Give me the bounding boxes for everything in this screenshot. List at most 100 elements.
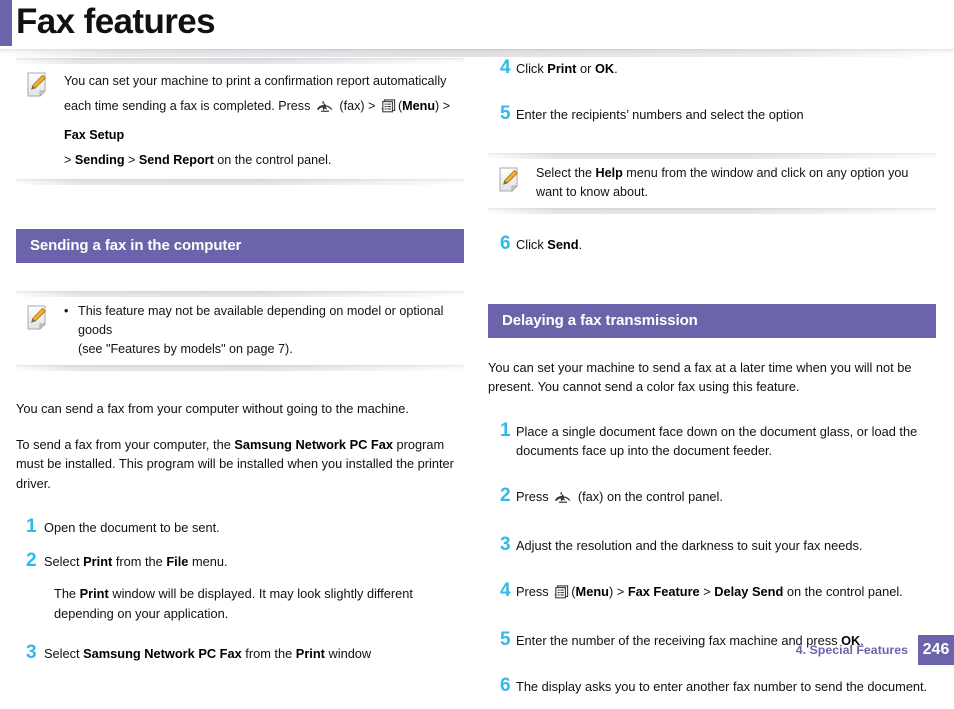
- note-sep2: >: [124, 153, 139, 167]
- step-item: 4 Click Print or OK.: [488, 58, 938, 79]
- step-bold-print: Print: [547, 61, 577, 76]
- step-number: 5: [500, 102, 511, 124]
- section-heading-delaying-fax: Delaying a fax transmission: [488, 303, 936, 338]
- step-item: 2 Press (fax) on the control panel.: [488, 486, 938, 511]
- header-divider: [0, 49, 954, 57]
- step-number: 4: [500, 579, 511, 601]
- step-pre: Press: [516, 488, 553, 504]
- step-mid: from the: [112, 553, 167, 569]
- note-sep1: >: [64, 153, 75, 167]
- step-number: 4: [500, 57, 511, 78]
- note-bullet-line2: (see "Features by models" on page 7).: [78, 342, 293, 356]
- note-bold-fax-setup: Fax Setup: [64, 128, 125, 142]
- step-number: 5: [500, 629, 511, 650]
- step-pre: Click: [516, 61, 548, 76]
- step-bold-print: Print: [83, 553, 113, 569]
- step-number: 2: [26, 549, 37, 571]
- step-text: Press * (Menu) > Fax Feature > Delay Sen…: [516, 581, 938, 606]
- step-item: 1 Place a single document face down on t…: [488, 421, 938, 461]
- footer-chapter-label: 4. Special Features: [795, 643, 908, 657]
- step-item: 3 Adjust the resolution and the darkness…: [488, 535, 938, 556]
- step-text: Click Print or OK.: [516, 58, 938, 79]
- step-item: 5 Enter the recipients’ numbers and sele…: [488, 104, 938, 125]
- section-heading-sending-fax-computer: Sending a fax in the computer: [16, 229, 464, 263]
- step-pre: Select: [44, 553, 84, 569]
- step-post: .: [578, 237, 583, 252]
- menu-list-icon: *: [381, 98, 396, 123]
- step-post: window: [324, 646, 372, 661]
- step-mid: or: [576, 61, 595, 76]
- step-bold-delay-send: Delay Send: [714, 583, 784, 599]
- note-pencil-icon: [26, 72, 52, 103]
- step-bold-samsung-fax: Samsung Network PC Fax: [83, 646, 242, 661]
- step-number: 1: [500, 419, 511, 441]
- step-post: .: [614, 61, 618, 76]
- note-bullet-line1: This feature may not be available depend…: [78, 304, 444, 337]
- note-bold-send-report: Send Report: [138, 153, 214, 167]
- step-number: 3: [500, 534, 511, 555]
- note-menu-close: ) >: [435, 99, 451, 113]
- step-text: Place a single document face down on the…: [516, 423, 918, 459]
- paragraph-delay-intro: You can set your machine to send a fax a…: [488, 359, 912, 395]
- step-number: 6: [500, 674, 511, 696]
- step-number: 6: [500, 233, 511, 254]
- menu-list-icon: *: [554, 584, 569, 606]
- page-header: Fax features: [0, 0, 954, 57]
- note-feature-text: • This feature may not be available depe…: [64, 302, 462, 359]
- step-text: Click Send.: [516, 234, 938, 255]
- step-post: menu.: [188, 553, 228, 569]
- page-footer: 4. Special Features 246: [796, 635, 954, 665]
- footer-page-number: 246: [918, 635, 954, 665]
- step-mid: from the: [241, 646, 296, 661]
- step-item: 3 Select Samsung Network PC Fax from the…: [16, 643, 466, 664]
- step-subtext: The Print window will be displayed. It m…: [54, 584, 454, 623]
- note-feature-availability: • This feature may not be available depe…: [16, 291, 466, 371]
- step-paren-close: ) >: [608, 583, 628, 599]
- step-bold-print: Print: [295, 646, 325, 661]
- page-title: Fax features: [16, 2, 216, 41]
- note-pencil-icon: [498, 167, 524, 198]
- note-help-menu: Select the Help menu from the window and…: [488, 153, 938, 214]
- step-pre: Press: [516, 583, 553, 599]
- svg-text:*: *: [554, 593, 557, 599]
- step-post: on the control panel.: [783, 583, 903, 599]
- note-fax-label: (fax) >: [339, 99, 376, 113]
- step-item: 1 Open the document to be sent.: [16, 517, 466, 538]
- step-item: 4 Press * (Menu) > Fax Feature > Delay S…: [488, 581, 938, 606]
- note-help-bold: Help: [595, 166, 623, 180]
- para2-pre: To send a fax from your computer, the: [16, 436, 235, 452]
- step-item: 6 Click Send.: [488, 234, 938, 255]
- note-bullet-marker: •: [64, 304, 69, 318]
- step-mid: >: [699, 583, 715, 599]
- step-text: Select Print from the File menu.: [44, 551, 466, 572]
- step-bold-menu: Menu: [575, 583, 609, 599]
- step-bold-fax-feature: Fax Feature: [627, 583, 700, 599]
- note-menu-bold: Menu: [402, 99, 436, 113]
- step-number: 2: [500, 484, 511, 506]
- paragraph-send-fax-intro: You can send a fax from your computer wi…: [16, 401, 409, 416]
- note-help-text: Select the Help menu from the window and…: [536, 164, 934, 202]
- step-bold-ok: OK: [594, 61, 615, 76]
- step-number: 1: [26, 516, 37, 537]
- note-bold-sending: Sending: [74, 153, 125, 167]
- step-pre: Select: [44, 646, 84, 661]
- note-tail: on the control panel.: [213, 153, 332, 167]
- step-post: (fax) on the control panel.: [574, 488, 723, 504]
- fax-machine-icon: [316, 98, 334, 123]
- title-accent-bar: [0, 0, 12, 46]
- step-bold-send: Send: [547, 237, 579, 252]
- note-pencil-icon: [26, 305, 52, 336]
- step-text: Adjust the resolution and the darkness t…: [516, 538, 863, 553]
- step-text: Select Samsung Network PC Fax from the P…: [44, 643, 466, 664]
- note-confirmation-text: You can set your machine to print a conf…: [64, 69, 462, 173]
- step-text: The display asks you to enter another fa…: [516, 678, 928, 694]
- substep-bold-print: Print: [79, 586, 109, 601]
- step-text: Enter the recipients’ numbers and select…: [516, 106, 804, 122]
- note-help-pre: Select the: [536, 166, 596, 180]
- step-item: 6 The display asks you to enter another …: [488, 676, 938, 697]
- paragraph-network-pc-fax: To send a fax from your computer, the Sa…: [16, 435, 464, 494]
- step-pre: Click: [516, 237, 548, 252]
- substep-post: window will be displayed. It may look sl…: [54, 586, 413, 621]
- fax-machine-icon: [554, 491, 572, 511]
- right-column: 4 Click Print or OK. 5 Enter the recipie…: [488, 58, 938, 709]
